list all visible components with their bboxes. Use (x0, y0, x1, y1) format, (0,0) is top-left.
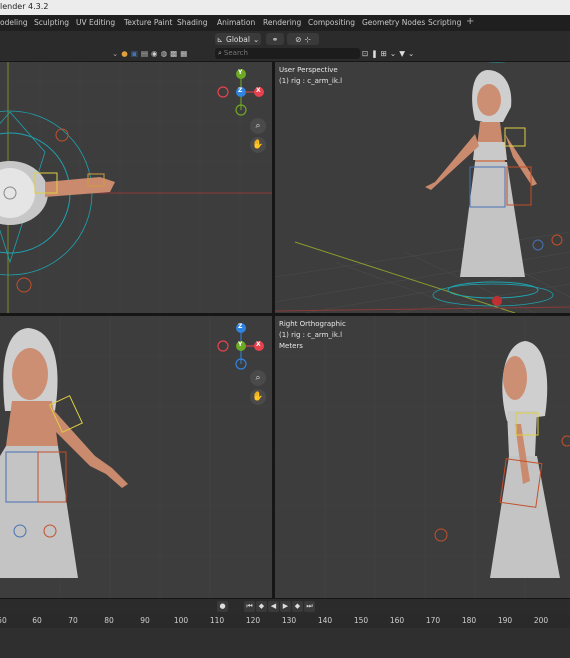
frame-tick: 70 (68, 616, 78, 625)
frame-tick: 60 (32, 616, 42, 625)
record-icon[interactable]: ● (217, 601, 228, 612)
search-input[interactable]: ⌕ Search (215, 48, 360, 59)
gizmo-x-label: X (256, 341, 261, 348)
gizmo-z-label: Z (238, 87, 243, 94)
scene-icon[interactable]: ⊡ (362, 49, 368, 58)
frame-tick: 100 (173, 616, 189, 625)
add-workspace-icon[interactable]: + (466, 16, 474, 27)
tab-compositing[interactable]: Compositing (308, 18, 355, 27)
tab-uv-editing[interactable]: UV Editing (76, 18, 115, 27)
viewport-units: Meters (279, 342, 303, 350)
nav-gizmo[interactable] (213, 64, 272, 124)
play-reverse-icon[interactable]: ◀ (268, 601, 279, 612)
gizmo-y-label: Y (238, 69, 243, 76)
timeline-ruler[interactable]: 50 60 70 80 90 100 110 120 130 140 150 1… (0, 614, 570, 628)
zoom-icon[interactable]: ⌕ (250, 118, 266, 134)
frame-tick: 140 (317, 616, 333, 625)
chevron-down-icon: ⌄ (252, 34, 260, 44)
viewport-bottom-right[interactable]: Right Orthographic (1) rig : c_arm_ik.l … (275, 316, 570, 598)
wireframe-box-icon[interactable]: ▣ (131, 49, 138, 58)
frame-tick: 130 (281, 616, 297, 625)
tab-shading[interactable]: Shading (177, 18, 207, 27)
viewport-divider-vertical[interactable] (272, 62, 275, 598)
tab-texture-paint[interactable]: Texture Paint (124, 18, 172, 27)
tab-sculpting[interactable]: Sculpting (34, 18, 69, 27)
bookmark-icon[interactable]: ❚ (371, 49, 377, 58)
tab-modeling[interactable]: odeling (0, 18, 28, 27)
viewport-bottom-left[interactable]: Z X Y ⌕ ✋ (0, 316, 272, 598)
frame-tick: 80 (104, 616, 114, 625)
frame-tick: 110 (209, 616, 225, 625)
frame-tick: 190 (497, 616, 513, 625)
window-titlebar: lender 4.3.2 (0, 0, 570, 15)
search-placeholder: Search (223, 49, 248, 57)
timeline-header: ● ⏮ ◆ ◀ ▶ ◆ ⏭ (0, 598, 570, 614)
orientation-value: Global (226, 34, 250, 44)
image-icon[interactable]: ▤ (141, 49, 148, 58)
prev-keyframe-icon[interactable]: ◆ (256, 601, 267, 612)
scene-bottom-right (275, 316, 570, 598)
next-keyframe-icon[interactable]: ◆ (292, 601, 303, 612)
play-icon[interactable]: ▶ (280, 601, 291, 612)
gizmo-x-label: X (256, 87, 261, 94)
link-icon: ⚭ (271, 34, 279, 44)
frame-tick: 160 (389, 616, 405, 625)
jump-start-icon[interactable]: ⏮ (244, 601, 255, 612)
color-sphere-icon[interactable]: ● (121, 49, 128, 58)
chevron-down-icon[interactable]: ⌄ (408, 49, 414, 58)
chevron-down-icon[interactable]: ⌄ (112, 49, 118, 58)
chevron-down-icon[interactable]: ⌄ (390, 49, 396, 58)
pan-hand-icon[interactable]: ✋ (250, 137, 266, 153)
frame-tick: 180 (461, 616, 477, 625)
viewport-top-right[interactable]: User Perspective (1) rig : c_arm_ik.l (275, 62, 570, 313)
gizmo-z-label: Z (238, 323, 243, 330)
viewport-divider-horizontal[interactable] (0, 313, 570, 316)
tab-scripting[interactable]: Scripting (428, 18, 461, 27)
frame-tick: 90 (140, 616, 150, 625)
nav-gizmo[interactable] (213, 318, 272, 378)
filter-controls: ⊡ ❚ ⊞ ⌄ ▼ ⌄ (362, 48, 424, 59)
grid-icon[interactable]: ▦ (180, 49, 187, 58)
material-icon[interactable]: ◉ (151, 49, 158, 58)
transform-orientation-dropdown[interactable]: ⊾ Global ⌄ (215, 33, 261, 45)
timeline-tracks[interactable] (0, 628, 570, 658)
viewport-view-name: Right Orthographic (279, 320, 346, 328)
scene-top-right (275, 62, 570, 313)
orientation-icon: ⊾ (216, 34, 224, 44)
viewport-view-name: User Perspective (279, 66, 338, 74)
filter-icon[interactable]: ▼ (399, 49, 405, 58)
snap-target-icon: ⊹ (304, 34, 311, 44)
tab-rendering[interactable]: Rendering (263, 18, 301, 27)
pan-hand-icon[interactable]: ✋ (250, 389, 266, 405)
viewport-header: ⊾ Global ⌄ ⚭ ⊘ ⊹ (0, 31, 570, 47)
gizmo-y-label: Y (238, 341, 243, 348)
snapping-dropdown[interactable]: ⊘ ⊹ (287, 33, 319, 45)
zoom-icon[interactable]: ⌕ (250, 370, 266, 386)
tab-geometry-nodes[interactable]: Geometry Nodes (362, 18, 425, 27)
jump-end-icon[interactable]: ⏭ (304, 601, 315, 612)
workspace-tab-bar: odeling Sculpting UV Editing Texture Pai… (0, 15, 570, 32)
hierarchy-icon[interactable]: ⊞ (381, 49, 387, 58)
pivot-point-dropdown[interactable]: ⚭ (266, 33, 284, 45)
light-icon[interactable]: ◍ (161, 49, 168, 58)
viewport-top-left[interactable]: Y X Z ⌕ ✋ (0, 62, 272, 313)
tab-animation[interactable]: Animation (217, 18, 255, 27)
camera-icon[interactable]: ▩ (170, 49, 177, 58)
overlay-header: ⌄ ● ▣ ▤ ◉ ◍ ▩ ▦ ⌕ Search ⊡ ❚ ⊞ ⌄ ▼ ⌄ (0, 47, 570, 62)
magnet-icon: ⊘ (295, 34, 302, 44)
search-icon: ⌕ (218, 49, 222, 57)
frame-tick: 50 (0, 616, 7, 625)
frame-tick: 200 (533, 616, 549, 625)
frame-tick: 150 (353, 616, 369, 625)
viewport-active-object: (1) rig : c_arm_ik.l (279, 77, 343, 85)
frame-tick: 120 (245, 616, 261, 625)
shading-toggles: ⌄ ● ▣ ▤ ◉ ◍ ▩ ▦ (112, 48, 210, 59)
frame-tick: 170 (425, 616, 441, 625)
viewport-active-object: (1) rig : c_arm_ik.l (279, 331, 343, 339)
window-title: lender 4.3.2 (0, 2, 49, 11)
